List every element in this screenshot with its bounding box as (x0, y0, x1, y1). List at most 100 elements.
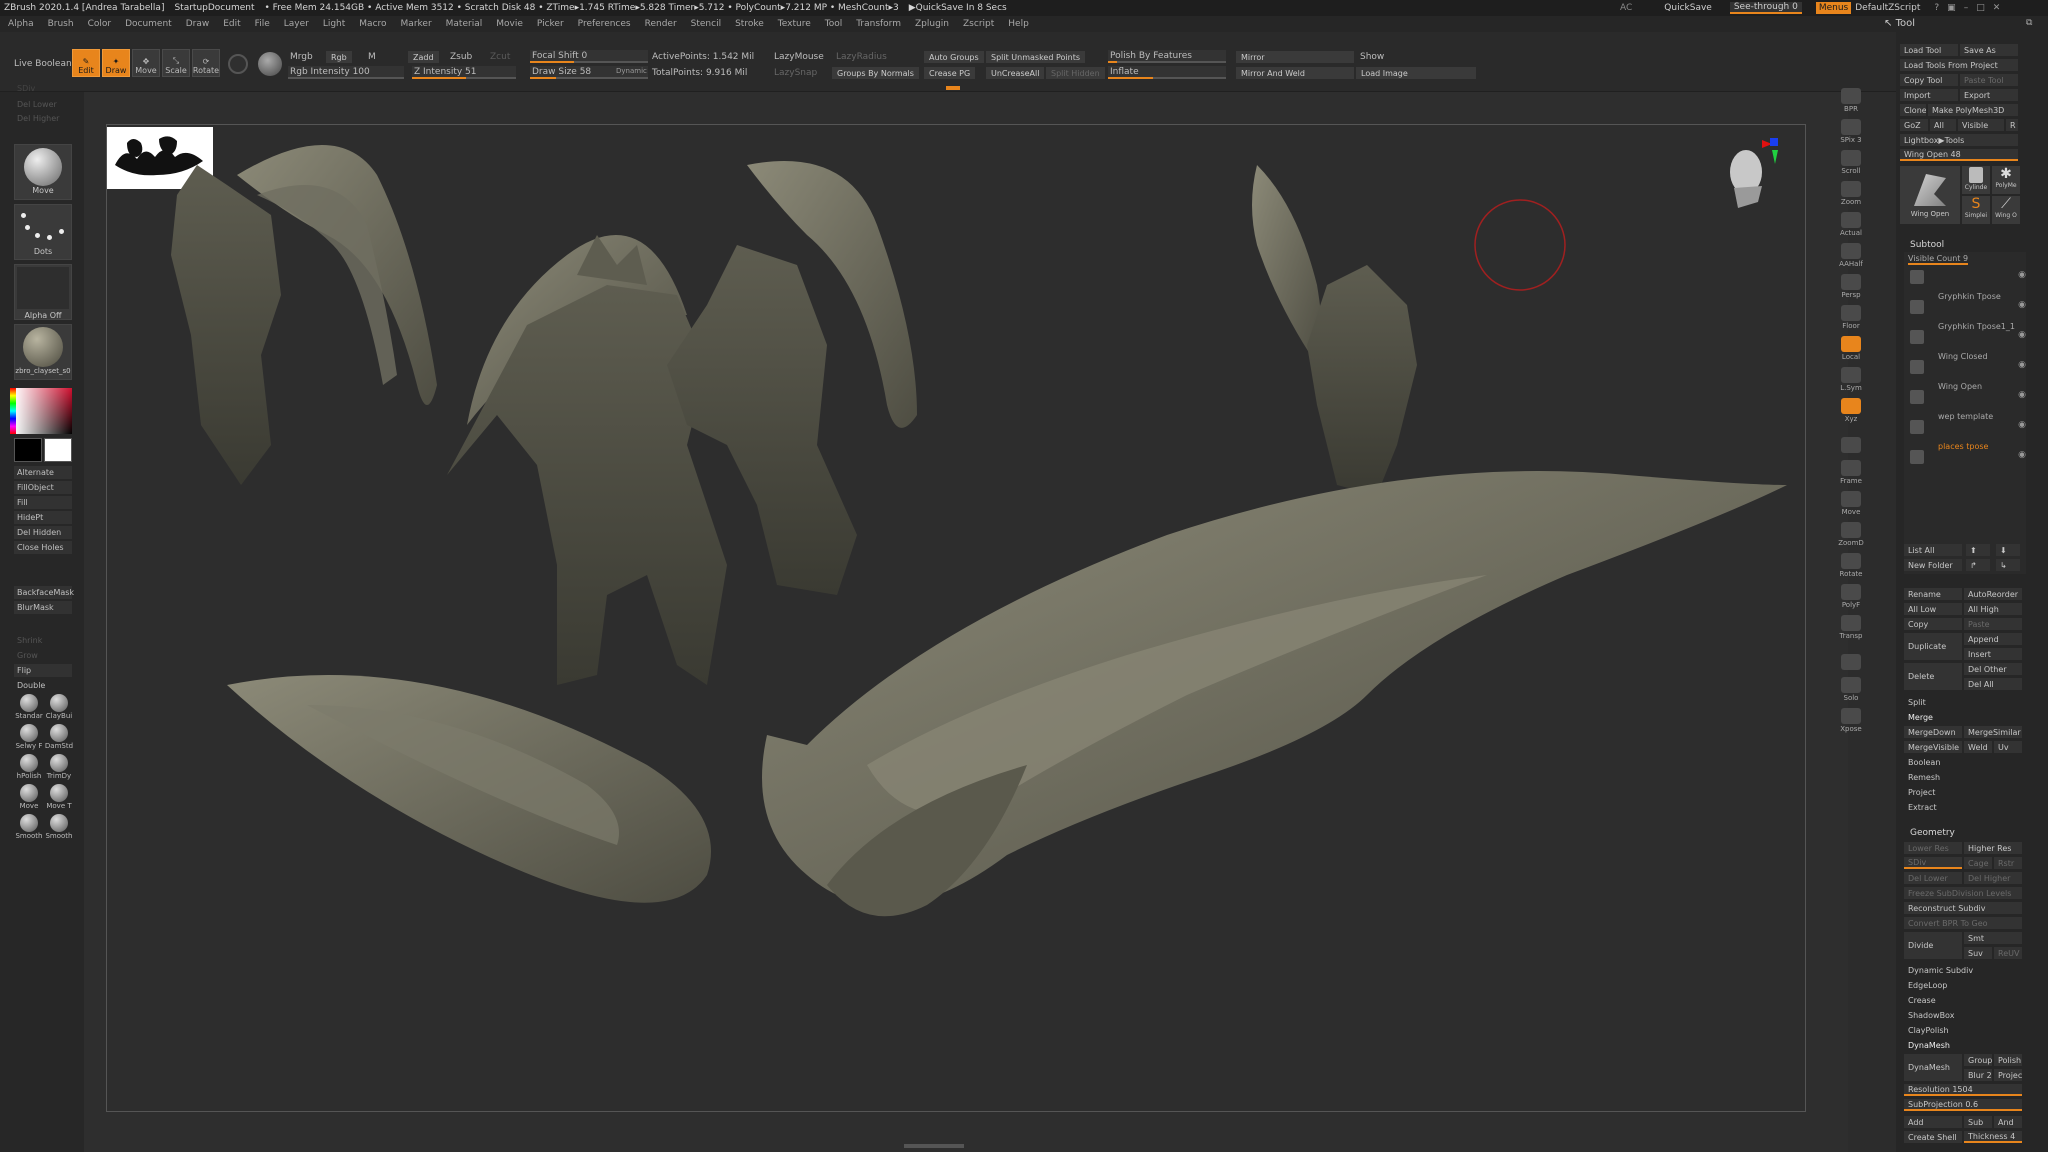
alpha-selector[interactable]: Alpha Off (14, 264, 72, 320)
m-button[interactable]: M (368, 52, 376, 62)
del-lower-button-right[interactable]: Del Lower (1904, 872, 1962, 884)
menu-movie[interactable]: Movie (496, 19, 523, 29)
menu-draw[interactable]: Draw (186, 19, 210, 29)
claypolish-section[interactable]: ClayPolish (1904, 1024, 2022, 1036)
save-as-button[interactable]: Save As (1960, 44, 2018, 56)
export-button[interactable]: Export (1960, 89, 2018, 101)
paste-tool-button[interactable]: Paste Tool (1960, 74, 2018, 86)
hidept-button[interactable]: HidePt (14, 511, 72, 524)
view-button-polyf[interactable]: PolyF (1834, 582, 1868, 610)
menu-zplugin[interactable]: Zplugin (915, 19, 949, 29)
menu-texture[interactable]: Texture (778, 19, 811, 29)
menu-preferences[interactable]: Preferences (578, 19, 631, 29)
visibility-eye-icon[interactable]: ◉ (2018, 360, 2026, 370)
load-tool-button[interactable]: Load Tool (1900, 44, 1958, 56)
view-button-move[interactable]: Move (1834, 489, 1868, 517)
menu-document[interactable]: Document (125, 19, 172, 29)
hue-strip[interactable] (10, 388, 16, 434)
inflate-slider[interactable]: Inflate (1108, 66, 1226, 79)
zsub-button[interactable]: Zsub (450, 52, 472, 62)
extract-section[interactable]: Extract (1904, 801, 2022, 813)
view-button-actual[interactable]: Actual (1834, 210, 1868, 238)
reconstruct-subdiv-button[interactable]: Reconstruct Subdiv (1904, 902, 2022, 914)
thickness-slider[interactable]: Thickness 4 (1964, 1131, 2022, 1143)
del-hidden-button[interactable]: Del Hidden (14, 526, 72, 539)
draw-button[interactable]: ✦ Draw (102, 49, 130, 77)
mirror-button[interactable]: Mirror (1236, 51, 1354, 63)
palette-options-icon[interactable]: ⧉ (2026, 18, 2032, 28)
menu-color[interactable]: Color (88, 19, 112, 29)
polish-by-features-slider[interactable]: Polish By Features (1108, 50, 1226, 63)
wing-open-slider[interactable]: Wing Open 48 (1900, 149, 2018, 161)
groups-by-normals-button[interactable]: Groups By Normals (832, 67, 919, 79)
lazymouse-button[interactable]: LazyMouse (774, 52, 824, 62)
resolution-slider[interactable]: Resolution 1504 (1904, 1084, 2022, 1096)
maximize-icon[interactable]: □ (1976, 3, 1985, 13)
weld-button[interactable]: Weld (1964, 741, 1992, 753)
project-toggle[interactable]: Project (1994, 1069, 2022, 1081)
current-tool-thumb[interactable]: Wing Open (1900, 166, 1960, 224)
minimize-icon[interactable]: – (1964, 3, 1969, 13)
menu-alpha[interactable]: Alpha (8, 19, 34, 29)
menu-zscript[interactable]: Zscript (963, 19, 994, 29)
menu-tool[interactable]: Tool (825, 19, 842, 29)
grow-button[interactable]: Grow (14, 649, 72, 662)
arrow-down-right-icon[interactable]: ↳ (1996, 559, 2020, 571)
menu-light[interactable]: Light (323, 19, 345, 29)
menu-material[interactable]: Material (446, 19, 483, 29)
visibility-eye-icon[interactable]: ◉ (2018, 300, 2026, 310)
freeze-subdiv-button[interactable]: Freeze SubDivision Levels (1904, 887, 2022, 899)
all-low-button[interactable]: All Low (1904, 603, 1962, 615)
material-selector[interactable]: zbro_clayset_s0 (14, 324, 72, 380)
secondary-color-swatch[interactable] (14, 438, 42, 462)
visibility-eye-icon[interactable]: ◉ (2018, 270, 2026, 280)
backface-mask-button[interactable]: BackfaceMask (14, 586, 74, 599)
scale-button[interactable]: ⤡ Scale (162, 49, 190, 77)
lightbox-tools-button[interactable]: Lightbox▶Tools (1900, 134, 2018, 146)
make-polymesh-button[interactable]: Make PolyMesh3D (1928, 104, 2018, 116)
blur-slider[interactable]: Blur 2 (1964, 1069, 1992, 1081)
goz-all-button[interactable]: All (1930, 119, 1956, 131)
simplebrush-tool-thumb[interactable]: S Simplei (1962, 196, 1990, 224)
mergevisible-button[interactable]: MergeVisible (1904, 741, 1962, 753)
boolean-section[interactable]: Boolean (1904, 756, 2022, 768)
project-section[interactable]: Project (1904, 786, 2022, 798)
color-picker[interactable] (10, 388, 72, 434)
subtool-row[interactable]: places tpose ◉ (1908, 442, 2028, 468)
create-shell-button[interactable]: Create Shell (1904, 1131, 1962, 1143)
new-folder-button[interactable]: New Folder (1904, 559, 1962, 571)
subtool-row[interactable]: Gryphkin Tpose ◉ (1908, 292, 2028, 318)
subtool-row[interactable]: Wing Open ◉ (1908, 382, 2028, 408)
menu-macro[interactable]: Macro (359, 19, 386, 29)
suv-toggle[interactable]: Suv (1964, 947, 1992, 959)
primary-color-swatch[interactable] (44, 438, 72, 462)
menu-layer[interactable]: Layer (284, 19, 309, 29)
brush-slot[interactable]: TrimDy (44, 754, 74, 784)
convert-bpr-button[interactable]: Convert BPR To Geo (1904, 917, 2022, 929)
z-intensity-slider[interactable]: Z Intensity 51 (412, 66, 516, 79)
view-button-spix-3[interactable]: SPix 3 (1834, 117, 1868, 145)
dynamic-subdiv-section[interactable]: Dynamic Subdiv (1904, 964, 2022, 976)
crease-section[interactable]: Crease (1904, 994, 2022, 1006)
view-button-blank-11[interactable] (1834, 427, 1868, 455)
group-toggle[interactable]: Group (1964, 1054, 1992, 1066)
fill-object-button[interactable]: FillObject (14, 481, 72, 494)
reuv-toggle[interactable]: ReUV (1994, 947, 2022, 959)
mergedown-button[interactable]: MergeDown (1904, 726, 1962, 738)
view-button-blank-18[interactable] (1834, 644, 1868, 672)
subtool-row[interactable]: Gryphkin Tpose1_1 ◉ (1908, 322, 2028, 348)
goz-button[interactable]: GoZ (1900, 119, 1928, 131)
append-button[interactable]: Append (1964, 633, 2022, 645)
polymesh-tool-thumb[interactable]: ✱ PolyMe (1992, 166, 2020, 194)
cylinder-tool-thumb[interactable]: Cylinde (1962, 166, 1990, 194)
add-button[interactable]: Add (1904, 1116, 1962, 1128)
layout-icon[interactable]: ▣ (1947, 3, 1956, 13)
arrow-up-right-icon[interactable]: ↱ (1966, 559, 1990, 571)
view-button-bpr[interactable]: BPR (1834, 86, 1868, 114)
view-button-frame[interactable]: Frame (1834, 458, 1868, 486)
rstr-button[interactable]: Rstr (1994, 857, 2022, 869)
visible-count-slider[interactable]: Visible Count 9 (1908, 254, 1969, 265)
dynamesh-section[interactable]: DynaMesh (1904, 1039, 2022, 1051)
subtool-row[interactable]: Wing Closed ◉ (1908, 352, 2028, 378)
shelf-scroll-indicator[interactable] (946, 86, 960, 90)
